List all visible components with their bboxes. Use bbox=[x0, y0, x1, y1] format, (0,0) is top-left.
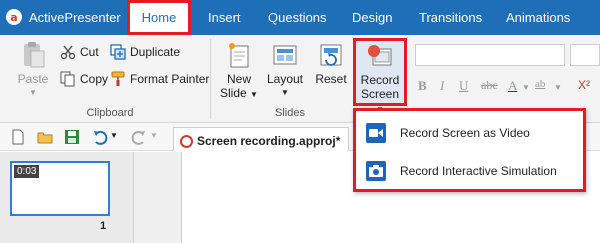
tab-bar: a ActivePresenter Home Insert Questions … bbox=[0, 0, 600, 35]
underline-button[interactable]: U bbox=[459, 78, 468, 94]
strikethrough-button[interactable]: abc bbox=[481, 78, 498, 93]
undo-icon[interactable] bbox=[92, 129, 108, 145]
slide-duration: 0:03 bbox=[14, 165, 40, 178]
layout-label: Layout bbox=[266, 72, 304, 86]
font-color-caret-icon[interactable]: ▼ bbox=[522, 83, 530, 92]
font-size-select[interactable] bbox=[570, 44, 600, 66]
redo-icon[interactable] bbox=[131, 129, 147, 145]
new-slide-button[interactable]: New Slide ▼ bbox=[218, 40, 260, 102]
font-family-select[interactable] bbox=[415, 44, 565, 66]
app-name: ActivePresenter bbox=[29, 9, 121, 25]
copy-label: Copy bbox=[80, 72, 109, 86]
panel-strip bbox=[134, 152, 182, 243]
bold-button[interactable]: B bbox=[418, 78, 427, 94]
record-screen-button[interactable]: Record Screen ▼ bbox=[356, 41, 404, 117]
menu-item-label: Record Screen as Video bbox=[400, 126, 530, 140]
menu-item-record-interactive-simulation[interactable]: Record Interactive Simulation bbox=[366, 157, 578, 185]
save-icon[interactable] bbox=[64, 129, 80, 145]
app-logo-icon: a bbox=[6, 9, 22, 25]
redo-caret-icon[interactable]: ▼ bbox=[150, 131, 166, 147]
menu-item-label: Record Interactive Simulation bbox=[400, 164, 557, 178]
new-slide-label-line1: New bbox=[226, 72, 251, 86]
superscript-button[interactable]: X² bbox=[578, 78, 590, 92]
app-title: a ActivePresenter bbox=[6, 9, 121, 25]
open-folder-icon[interactable] bbox=[37, 129, 53, 145]
document-logo-icon bbox=[180, 134, 193, 148]
paste-label: Paste bbox=[17, 72, 49, 86]
cut-label: Cut bbox=[80, 45, 99, 59]
tab-transitions[interactable]: Transitions bbox=[419, 0, 482, 35]
copy-button[interactable]: Copy bbox=[60, 71, 108, 87]
document-tab[interactable]: Screen recording.approj* bbox=[173, 127, 350, 151]
record-screen-icon bbox=[365, 41, 395, 71]
new-file-icon[interactable] bbox=[10, 129, 26, 145]
undo-caret-icon[interactable]: ▼ bbox=[110, 131, 126, 147]
format-painter-label: Format Painter bbox=[130, 72, 210, 86]
tab-insert[interactable]: Insert bbox=[208, 0, 241, 35]
slide-number: 1 bbox=[100, 220, 107, 232]
format-painter-button[interactable]: Format Painter bbox=[110, 71, 209, 87]
format-painter-icon bbox=[110, 71, 126, 87]
record-screen-label-line1: Record bbox=[360, 73, 400, 87]
layout-button[interactable]: Layout ▼ bbox=[264, 40, 306, 100]
clipboard-group-label: Clipboard bbox=[86, 107, 134, 119]
slide-thumbnail[interactable]: 0:03 bbox=[10, 161, 110, 216]
cut-button[interactable]: Cut bbox=[60, 44, 99, 60]
highlight-caret-icon[interactable]: ▼ bbox=[554, 83, 562, 92]
tab-questions[interactable]: Questions bbox=[268, 0, 327, 35]
duplicate-icon bbox=[110, 44, 126, 60]
new-slide-icon bbox=[224, 40, 254, 70]
duplicate-label: Duplicate bbox=[130, 45, 181, 59]
tab-animations[interactable]: Animations bbox=[506, 0, 570, 35]
record-screen-dropdown: Record Screen as Video Record Interactiv… bbox=[353, 108, 586, 192]
tab-design[interactable]: Design bbox=[352, 0, 392, 35]
copy-icon bbox=[60, 71, 76, 87]
paste-button[interactable]: Paste ▼ bbox=[12, 40, 54, 100]
tab-home[interactable]: Home bbox=[127, 0, 191, 35]
paste-icon bbox=[18, 40, 48, 70]
reset-button[interactable]: Reset bbox=[310, 40, 352, 86]
reset-label: Reset bbox=[315, 72, 347, 86]
photo-camera-icon bbox=[366, 161, 386, 181]
reset-icon bbox=[316, 40, 346, 70]
italic-button[interactable]: I bbox=[440, 78, 444, 94]
paste-caret-icon: ▼ bbox=[29, 88, 37, 97]
slides-group-label: Slides bbox=[275, 107, 305, 119]
layout-caret-icon: ▼ bbox=[281, 88, 289, 97]
duplicate-button[interactable]: Duplicate bbox=[110, 44, 180, 60]
highlight-button[interactable]: ab bbox=[535, 78, 545, 90]
layout-icon bbox=[270, 40, 300, 70]
scissors-icon bbox=[60, 44, 76, 60]
video-camera-icon bbox=[366, 123, 386, 143]
group-divider bbox=[210, 39, 211, 119]
document-title: Screen recording.approj* bbox=[197, 134, 341, 148]
menu-item-record-screen-as-video[interactable]: Record Screen as Video bbox=[366, 119, 578, 147]
font-color-button[interactable]: A bbox=[508, 78, 517, 94]
new-slide-label-line2: Slide ▼ bbox=[220, 86, 258, 100]
